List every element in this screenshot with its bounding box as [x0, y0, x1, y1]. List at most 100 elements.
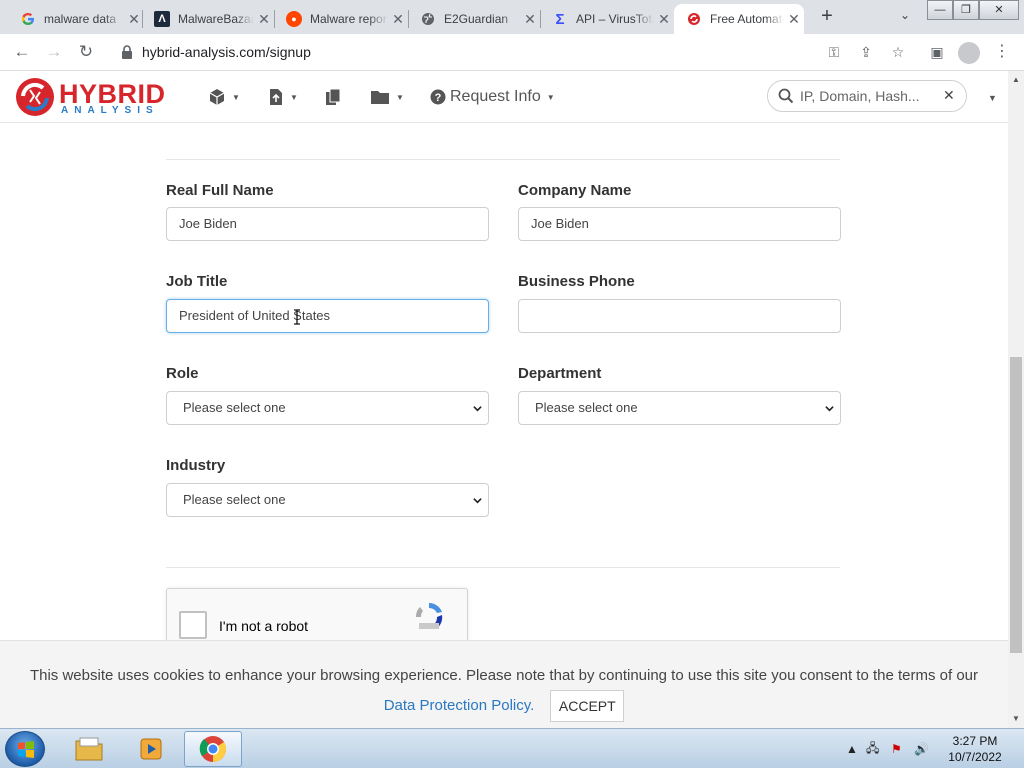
new-tab-plus-icon[interactable]: + — [815, 5, 839, 29]
close-icon[interactable]: ✕ — [254, 11, 274, 28]
taskbar-media-player[interactable] — [122, 731, 180, 767]
close-window-icon[interactable]: ✕ — [979, 0, 1019, 20]
action-center-icon[interactable]: ⚑ — [891, 729, 902, 768]
chrome-icon — [199, 736, 227, 763]
job-title-field[interactable]: President of United States — [166, 299, 489, 333]
caret-down-icon: ▼ — [232, 92, 240, 102]
profile-avatar-icon[interactable] — [958, 42, 980, 64]
address-bar[interactable]: hybrid-analysis.com/signup ⚿ ⇪ ☆ — [108, 38, 948, 66]
logo-text: HYBRID — [59, 79, 166, 109]
role-select[interactable]: Please select one — [166, 391, 489, 425]
accept-cookies-button[interactable]: ACCEPT — [550, 690, 625, 722]
clear-search-icon[interactable]: ✕ — [943, 87, 955, 104]
start-button[interactable] — [5, 731, 45, 767]
key-icon[interactable]: ⚿ — [824, 42, 844, 62]
forward-arrow-icon[interactable]: → — [42, 40, 66, 64]
close-icon[interactable]: ✕ — [654, 11, 674, 28]
restore-icon[interactable]: ❐ — [953, 0, 979, 20]
logo-subtext: ANALYSIS — [61, 105, 159, 116]
data-protection-policy-link[interactable]: Data Protection Policy. — [384, 697, 535, 714]
caret-down-icon: ▼ — [290, 92, 298, 102]
nav-sandbox-menu[interactable]: ▼ — [208, 85, 240, 109]
site-header: HYBRID ANALYSIS ▼ ▼ ▼ ? Request Info ▼ ✕… — [0, 71, 1008, 123]
close-icon[interactable]: ✕ — [520, 11, 540, 28]
show-hidden-icons-icon[interactable]: ▲ — [846, 729, 858, 768]
system-clock[interactable]: 3:27 PM 10/7/2022 — [940, 733, 1010, 765]
site-search-box[interactable]: ✕ — [767, 80, 967, 112]
caret-down-icon[interactable]: ▼ — [988, 93, 997, 103]
nav-reports[interactable] — [325, 85, 341, 109]
network-icon[interactable]: 🖧 — [866, 729, 879, 768]
real-full-name-field[interactable]: Joe Biden — [166, 207, 489, 241]
tab-malwarebazaar[interactable]: Λ MalwareBazaar ✕ — [142, 4, 274, 34]
company-name-label: Company Name — [518, 182, 632, 199]
tab-title: malware data — [44, 12, 117, 26]
department-selected-value: Please select one — [535, 400, 638, 415]
nav-request-info[interactable]: ? Request Info ▼ — [430, 85, 555, 109]
chevron-down-icon[interactable]: ⌄ — [896, 8, 914, 26]
department-label: Department — [518, 365, 602, 382]
question-circle-icon: ? — [430, 89, 446, 105]
scroll-up-arrow-icon[interactable]: ▲ — [1008, 73, 1024, 87]
chevron-down-icon — [473, 406, 482, 412]
industry-selected-value: Please select one — [183, 492, 286, 507]
clock-date: 10/7/2022 — [948, 750, 1002, 764]
industry-select[interactable]: Please select one — [166, 483, 489, 517]
close-icon[interactable]: ✕ — [388, 11, 408, 28]
reload-icon[interactable]: ↻ — [74, 40, 98, 64]
recaptcha-checkbox[interactable] — [179, 611, 207, 639]
clock-time: 3:27 PM — [952, 734, 998, 748]
reddit-icon: ● — [286, 11, 302, 27]
tab-e2guardian[interactable]: E2Guardian ✕ — [408, 4, 540, 34]
scrollbar-thumb[interactable] — [1010, 357, 1022, 653]
page-scrollbar[interactable]: ▲ ▼ — [1008, 71, 1024, 728]
search-input[interactable] — [800, 85, 940, 107]
recaptcha-widget: I'm not a robot — [166, 588, 468, 648]
close-icon[interactable]: ✕ — [124, 11, 144, 28]
cube-icon — [209, 89, 225, 105]
nav-folder-menu[interactable]: ▼ — [370, 85, 404, 109]
tab-virustotal-api[interactable]: Σ API – VirusTotal ✕ — [540, 4, 674, 34]
back-arrow-icon[interactable]: ← — [10, 40, 34, 64]
google-icon — [20, 11, 36, 27]
tab-malware-data[interactable]: malware data ✕ — [8, 4, 144, 34]
folder-icon — [371, 91, 389, 104]
star-icon[interactable]: ☆ — [888, 42, 908, 62]
windows-taskbar: ▲ 🖧 ⚑ 🔊 3:27 PM 10/7/2022 — [0, 728, 1024, 768]
tab-free-automated[interactable]: Free Automated ✕ — [674, 4, 804, 34]
logo-emblem-icon — [16, 78, 54, 116]
nav-file-menu[interactable]: ▼ — [268, 85, 298, 109]
recaptcha-label: I'm not a robot — [219, 618, 309, 634]
windows-logo-icon — [18, 741, 34, 758]
volume-icon[interactable]: 🔊 — [914, 729, 929, 768]
browser-toolbar: ← → ↻ hybrid-analysis.com/signup ⚿ ⇪ ☆ ▣… — [0, 34, 1024, 71]
company-name-field[interactable]: Joe Biden — [518, 207, 841, 241]
tab-title: Malware reports — [310, 12, 388, 26]
scroll-down-arrow-icon[interactable]: ▼ — [1008, 712, 1024, 726]
department-select[interactable]: Please select one — [518, 391, 841, 425]
business-phone-field[interactable] — [518, 299, 841, 333]
search-icon — [778, 88, 794, 104]
files-icon — [326, 88, 341, 105]
taskbar-explorer[interactable] — [60, 731, 118, 767]
file-upload-icon — [270, 89, 282, 105]
virustotal-icon: Σ — [555, 10, 565, 28]
share-icon[interactable]: ⇪ — [856, 42, 876, 62]
hybrid-analysis-logo[interactable]: HYBRID ANALYSIS — [14, 75, 184, 119]
menu-kebab-icon[interactable]: ⋮ — [994, 41, 1010, 63]
side-panel-icon[interactable]: ▣ — [927, 42, 947, 62]
svg-text:?: ? — [435, 92, 442, 104]
minimize-icon[interactable]: — — [927, 0, 953, 20]
hybrid-analysis-icon — [686, 11, 702, 27]
tab-title: E2Guardian — [444, 12, 509, 26]
real-full-name-label: Real Full Name — [166, 182, 274, 199]
cookie-message: This website uses cookies to enhance you… — [29, 667, 979, 684]
cookie-message-container: This website uses cookies to enhance you… — [20, 661, 988, 722]
close-icon[interactable]: ✕ — [784, 11, 804, 28]
taskbar-chrome[interactable] — [184, 731, 242, 767]
browser-tab-strip: malware data ✕ Λ MalwareBazaar ✕ ● Malwa… — [0, 0, 1024, 34]
industry-label: Industry — [166, 457, 226, 474]
malwarebazaar-icon: Λ — [154, 11, 170, 27]
tab-malware-reports[interactable]: ● Malware reports ✕ — [274, 4, 408, 34]
url-text: hybrid-analysis.com/signup — [142, 44, 311, 60]
